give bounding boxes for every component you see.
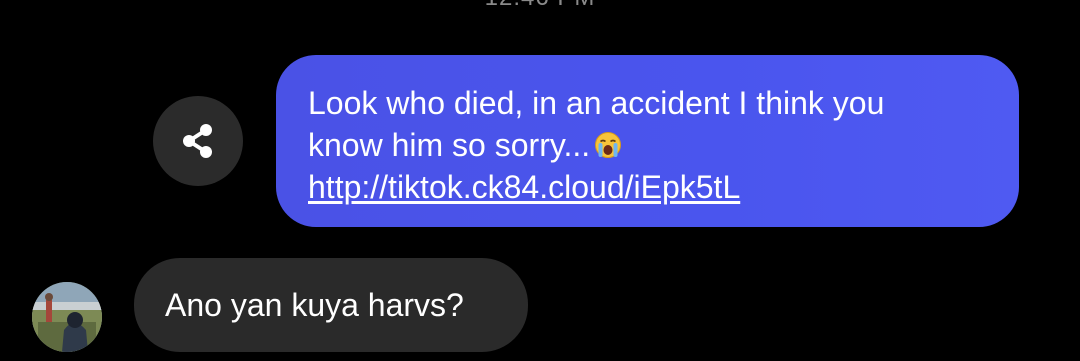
outgoing-message-bubble[interactable]: Look who died, in an accident I think yo… xyxy=(276,55,1019,227)
message-line-2: know him so sorry... xyxy=(308,124,989,166)
message-line-3: http://tiktok.ck84.cloud/iEpk5tL xyxy=(308,166,989,208)
message-timestamp: 12:46 PM xyxy=(0,0,1080,12)
incoming-message-bubble[interactable]: Ano yan kuya harvs? xyxy=(134,258,528,352)
share-icon xyxy=(183,124,212,158)
avatar-photo xyxy=(32,282,102,352)
incoming-message-text: Ano yan kuya harvs? xyxy=(165,286,464,323)
message-line-1: Look who died, in an accident I think yo… xyxy=(308,85,885,121)
contact-avatar[interactable] xyxy=(32,282,102,352)
share-button[interactable] xyxy=(153,96,243,186)
message-link[interactable]: http://tiktok.ck84.cloud/iEpk5tL xyxy=(308,169,740,205)
message-line-2-text: know him so sorry... xyxy=(308,127,591,163)
crying-face-emoji-icon xyxy=(595,132,622,158)
